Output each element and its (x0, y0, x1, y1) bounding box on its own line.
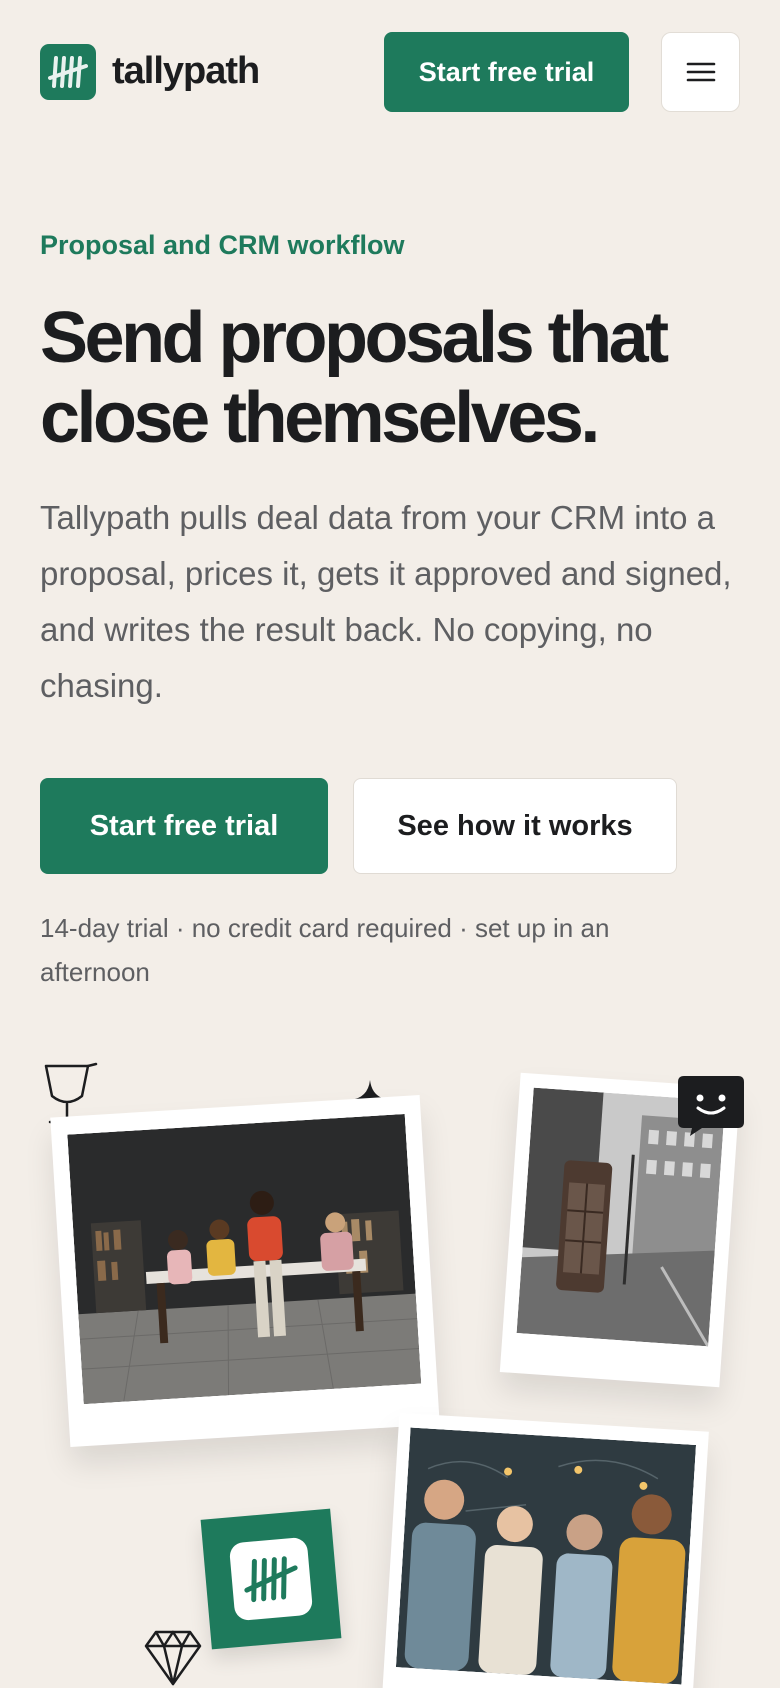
headline-line-1: Send proposals that (40, 298, 669, 378)
diamond-icon (144, 1630, 202, 1686)
team-portrait-photo (395, 1427, 697, 1685)
hamburger-menu-icon (686, 62, 715, 82)
team-meeting-photo (67, 1113, 422, 1405)
see-how-it-works-button[interactable]: See how it works (353, 778, 677, 874)
app-tile-logo (228, 1536, 314, 1622)
header-start-trial-button[interactable]: Start free trial (384, 32, 629, 112)
start-free-trial-button[interactable]: Start free trial (40, 778, 328, 874)
logo-icon[interactable] (40, 44, 96, 100)
trial-fine-print: 14-day trial · no credit card required ·… (40, 913, 610, 987)
team-meeting-polaroid (50, 1095, 440, 1447)
site-header: tallypath Start free trial (0, 0, 780, 140)
photo-collage (0, 1050, 780, 1688)
chat-smiley-icon (678, 1076, 744, 1136)
hero-eyebrow: Proposal and CRM workflow (40, 230, 405, 260)
headline-line-2: close themselves. (40, 378, 600, 458)
team-portrait-polaroid (381, 1412, 709, 1688)
menu-button[interactable] (661, 32, 740, 112)
hero-headline: Send proposals that close themselves. (40, 298, 740, 458)
logo-wordmark[interactable]: tallypath (112, 50, 260, 93)
hero-description: Tallypath pulls deal data from your CRM … (40, 499, 732, 704)
app-icon-tile (200, 1508, 342, 1650)
